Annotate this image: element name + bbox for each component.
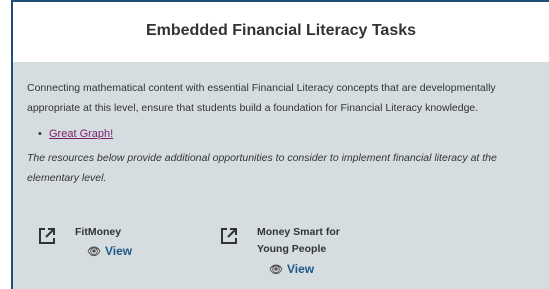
resource-fitmoney[interactable]: FitMoney: [37, 224, 155, 246]
tasks-card: Embedded Financial Literacy Tasks Connec…: [11, 0, 549, 289]
external-link-icon: [39, 228, 55, 244]
content-panel: Connecting mathematical content with ess…: [13, 62, 549, 289]
resources-note: The resources below provide additional o…: [27, 152, 497, 184]
view-label: View: [104, 244, 133, 258]
resource-money-smart[interactable]: Money Smart for Young People: [219, 224, 352, 258]
link-list: • Great Graph!: [27, 126, 549, 142]
external-link-icon: [221, 228, 237, 244]
list-item: • Great Graph!: [38, 126, 549, 142]
card-title: Embedded Financial Literacy Tasks: [145, 22, 417, 39]
view-fitmoney-button[interactable]: 👁 View: [87, 244, 132, 258]
eye-icon: 👁: [87, 245, 101, 258]
card-header: Embedded Financial Literacy Tasks: [13, 2, 549, 60]
great-graph-link[interactable]: Great Graph!: [49, 128, 113, 140]
bullet-icon: •: [38, 128, 42, 140]
view-label: View: [286, 262, 315, 276]
intro-text: Connecting mathematical content with ess…: [27, 82, 496, 114]
resource-title: Money Smart for Young People: [257, 226, 340, 255]
view-money-smart-button[interactable]: 👁 View: [269, 262, 314, 276]
eye-icon: 👁: [269, 263, 283, 276]
resource-title: FitMoney: [75, 226, 122, 238]
